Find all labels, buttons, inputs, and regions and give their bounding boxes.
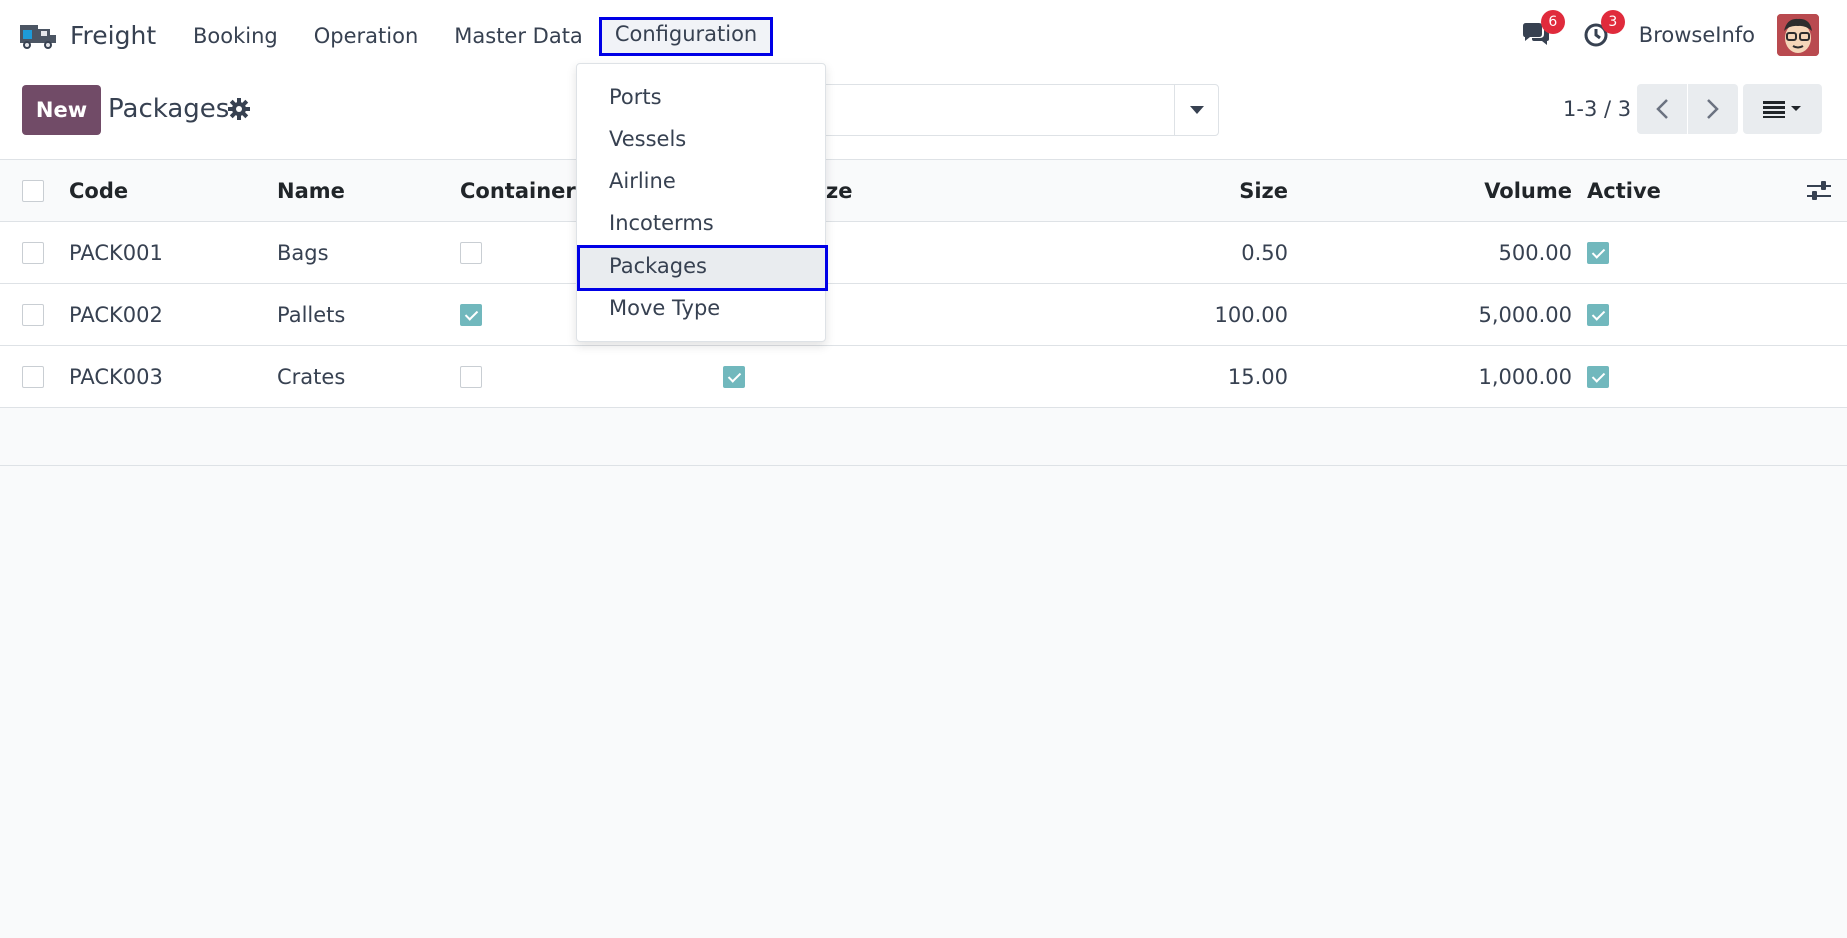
cell-code: PACK003	[69, 365, 163, 389]
cell-volume: 1,000.00	[1478, 365, 1572, 389]
dropdown-item-airline[interactable]: Airline	[577, 160, 825, 202]
cell-name: Crates	[277, 365, 346, 389]
page-title: Packages	[108, 94, 230, 124]
cell-container-checkbox	[460, 242, 482, 264]
cell-active-checkbox	[1587, 304, 1609, 326]
column-header-volume[interactable]: Volume	[1380, 160, 1572, 222]
gear-icon[interactable]	[228, 98, 250, 120]
dropdown-item-incoterms[interactable]: Incoterms	[577, 202, 825, 244]
cell-container-checkbox	[460, 304, 482, 326]
activities-button[interactable]: 3	[1579, 10, 1625, 52]
table-row[interactable]: PACK002 Pallets 100.00 5,000.00	[0, 284, 1847, 346]
app-brand[interactable]: Freight	[16, 17, 156, 53]
row-select-checkbox[interactable]	[22, 366, 44, 388]
messages-button[interactable]: 6	[1519, 10, 1565, 52]
column-header-active[interactable]: Active	[1587, 160, 1661, 222]
cell-container-checkbox	[460, 366, 482, 388]
new-button[interactable]: New	[22, 85, 101, 135]
pager-value[interactable]: 1-3 / 3	[1563, 97, 1631, 121]
menu-booking[interactable]: Booking	[175, 20, 296, 54]
cell-active-checkbox	[1587, 242, 1609, 264]
freight-truck-icon	[16, 17, 58, 53]
column-header-name[interactable]: Name	[277, 160, 345, 222]
column-header-partial[interactable]: ze	[826, 160, 852, 222]
search-options-button[interactable]	[1174, 84, 1219, 136]
control-panel: New Packages 1-3 / 3	[0, 70, 1847, 160]
cell-name: Pallets	[277, 303, 346, 327]
select-all-checkbox[interactable]	[22, 180, 44, 202]
search-input[interactable]	[820, 84, 1174, 136]
systray: 6 3 BrowseInfo	[1519, 10, 1819, 56]
top-navbar: Freight Booking Operation Master Data Co…	[0, 0, 1847, 70]
chevron-right-icon	[1707, 99, 1719, 119]
table-row[interactable]: PACK001 Bags 0.50 500.00	[0, 222, 1847, 284]
configuration-dropdown: Ports Vessels Airline Incoterms Packages…	[576, 63, 828, 342]
cell-code: PACK002	[69, 303, 163, 327]
dropdown-item-move-type[interactable]: Move Type	[577, 287, 825, 329]
table-header: Code Name Container ze Size Volume Activ…	[0, 160, 1847, 222]
pager-next-button[interactable]	[1688, 84, 1738, 134]
activities-badge: 3	[1600, 10, 1625, 34]
cell-col4-checkbox	[723, 366, 745, 388]
column-header-size[interactable]: Size	[1100, 160, 1288, 222]
row-select-checkbox[interactable]	[22, 304, 44, 326]
menu-configuration[interactable]: Configuration	[598, 17, 774, 56]
pager-previous-button[interactable]	[1637, 84, 1687, 134]
column-header-container[interactable]: Container	[460, 160, 576, 222]
cell-code: PACK001	[69, 241, 163, 265]
cell-size: 0.50	[1241, 241, 1288, 265]
dropdown-item-vessels[interactable]: Vessels	[577, 118, 825, 160]
cell-volume: 500.00	[1498, 241, 1572, 265]
company-switcher[interactable]: BrowseInfo	[1639, 23, 1755, 47]
list-icon	[1762, 101, 1801, 118]
main-menu: Booking Operation Master Data Configurat…	[175, 17, 774, 56]
table-footer	[0, 408, 1847, 466]
optional-columns-icon[interactable]	[1807, 180, 1831, 206]
packages-table: Code Name Container ze Size Volume Activ…	[0, 160, 1847, 466]
dropdown-item-ports[interactable]: Ports	[577, 76, 825, 118]
chevron-left-icon	[1656, 99, 1668, 119]
cell-active-checkbox	[1587, 366, 1609, 388]
dropdown-item-packages[interactable]: Packages	[577, 245, 828, 291]
cell-size: 15.00	[1227, 365, 1288, 389]
app-name[interactable]: Freight	[70, 21, 156, 50]
column-header-code[interactable]: Code	[69, 160, 128, 222]
user-avatar[interactable]	[1777, 14, 1819, 56]
row-select-checkbox[interactable]	[22, 242, 44, 264]
messages-badge: 6	[1540, 10, 1565, 34]
cell-size: 100.00	[1214, 303, 1288, 327]
cell-name: Bags	[277, 241, 329, 265]
menu-master-data[interactable]: Master Data	[436, 20, 601, 54]
caret-down-icon	[1189, 106, 1204, 114]
list-view-button[interactable]	[1743, 84, 1822, 134]
cell-volume: 5,000.00	[1478, 303, 1572, 327]
table-row[interactable]: PACK003 Crates 15.00 1,000.00	[0, 346, 1847, 408]
menu-operation[interactable]: Operation	[296, 20, 437, 54]
